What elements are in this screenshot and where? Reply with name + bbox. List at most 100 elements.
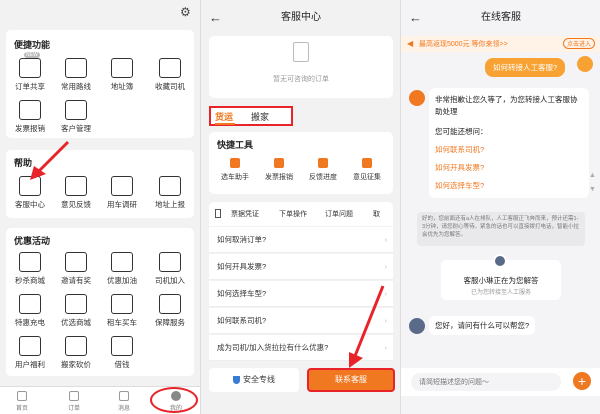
suggest-link[interactable]: 如何开具发票?: [435, 162, 484, 173]
agent-card: 客服小琳正在为您解答 已为您转接至人工服务: [441, 254, 561, 300]
grid-item-label: 特惠充电: [15, 318, 45, 327]
bot-message-text: 非常抱歉让您久等了，为您转接人工客服协助处理: [435, 95, 578, 116]
customer-icon: [65, 100, 87, 120]
tab-orders[interactable]: 订单: [56, 391, 92, 412]
profile-panel: ⚙ 便捷功能 帮助 优惠活动 NEW 订单共享 常用路线 地址簿 收藏司机 发票报…: [0, 0, 200, 414]
question-tabs: 票据凭证 下单操作 订单问题 取: [209, 202, 393, 226]
back-arrow-icon[interactable]: ←: [209, 0, 222, 36]
survey-icon: [111, 176, 133, 196]
thumbs-up-icon[interactable]: ▲: [589, 172, 596, 179]
customer-service-panel: 客服中心 ← 暂无可咨询的订单 货运 搬家 快捷工具 选车助手 发票报销 反馈进…: [200, 0, 400, 414]
promo-text: 最高返现5000元 等你来领>>: [419, 41, 508, 48]
grid-item-label: 地址上报: [155, 200, 185, 209]
quick-item-label: 意见征集: [353, 174, 381, 181]
grid-item-label: 意见反馈: [61, 200, 91, 209]
orders-icon: [69, 391, 79, 401]
question-row[interactable]: 如何开具发票? ›: [209, 254, 393, 280]
shield-icon: [159, 294, 181, 314]
quick-feedback-progress[interactable]: 反馈进度: [301, 158, 345, 182]
queue-notice: 好的，您前面还有a人在排队，人工客服正飞奔而来，预计还需1-3分钟，请您耐心等待…: [417, 212, 585, 246]
question-text: 成为司机/加入货拉拉有什么优惠?: [217, 343, 329, 352]
chat-input[interactable]: [411, 373, 561, 391]
grid-item-welfare[interactable]: 用户福利: [10, 336, 50, 370]
tab-freight[interactable]: 货运: [215, 110, 233, 123]
suggest-link[interactable]: 如何联系司机?: [435, 144, 484, 155]
grid-item-address-book[interactable]: 地址簿: [102, 58, 142, 92]
add-plus-icon[interactable]: +: [573, 372, 591, 390]
invoice-icon: [274, 158, 284, 168]
section-title: 优惠活动: [14, 236, 51, 246]
grid-item-flash-shop[interactable]: 秒杀商城: [10, 252, 50, 286]
grid-item-routes[interactable]: 常用路线: [56, 58, 96, 92]
invoice-icon: [19, 100, 41, 120]
safety-label: 安全专线: [243, 375, 275, 384]
driver-join-icon: [159, 252, 181, 272]
red-arrow-annotation: [30, 140, 70, 180]
question-row[interactable]: 如何取消订单? ›: [209, 227, 393, 253]
grid-item-share-order[interactable]: NEW 订单共享: [10, 52, 50, 92]
address-report-icon: [159, 176, 181, 196]
new-badge: NEW: [24, 52, 40, 58]
megaphone-icon: ◀: [407, 39, 414, 48]
biz-tabs: 货运 搬家: [209, 106, 293, 126]
settings-gear-icon[interactable]: ⚙: [180, 5, 191, 19]
grid-item-invoice[interactable]: 发票报销: [10, 100, 50, 134]
grid-item-charge[interactable]: 特惠充电: [10, 294, 50, 328]
promo-enter-button[interactable]: 点击进入: [562, 38, 595, 49]
tab-order-issues[interactable]: 订单问题: [325, 209, 353, 219]
page-title: 在线客服: [481, 12, 521, 23]
grid-item-survey[interactable]: 用车调研: [102, 176, 142, 210]
opinion-icon: [362, 158, 372, 168]
gift-icon: [65, 252, 87, 272]
grid-item-label: 司机加入: [155, 276, 185, 285]
message-icon: [119, 391, 129, 401]
grid-item-fuel[interactable]: 优惠加油: [102, 252, 142, 286]
tab-underline: [215, 123, 235, 125]
safety-hotline-button[interactable]: 安全专线: [209, 368, 299, 392]
grid-item-address-report[interactable]: 地址上报: [150, 176, 190, 210]
question-text: 如何开具发票?: [217, 262, 267, 271]
agent-subtitle: 已为您转接至人工服务: [470, 290, 531, 296]
back-arrow-icon[interactable]: ←: [409, 0, 422, 36]
tab-label: 消息: [117, 406, 130, 412]
fuel-icon: [111, 252, 133, 272]
grid-item-customer-mgmt[interactable]: 客户管理: [56, 100, 96, 134]
grid-item-car-rental[interactable]: 租车买车: [102, 294, 142, 328]
shop-icon: [19, 252, 41, 272]
car-icon: [111, 294, 133, 314]
tab-ordering[interactable]: 下单操作: [279, 209, 307, 219]
agent-avatar: [493, 254, 507, 268]
grid-item-driver-join[interactable]: 司机加入: [150, 252, 190, 286]
bot-avatar: [409, 90, 425, 106]
tab-receipts[interactable]: 票据凭证: [231, 209, 259, 219]
quick-car-helper[interactable]: 选车助手: [213, 158, 257, 182]
empty-orders-card: 暂无可咨询的订单: [209, 36, 393, 98]
suggest-link[interactable]: 如何选择车型?: [435, 180, 484, 191]
charge-icon: [19, 294, 41, 314]
quick-item-label: 选车助手: [221, 174, 249, 181]
grid-item-label: 搬家砍价: [61, 360, 91, 369]
bot-message-card: 非常抱歉让您久等了，为您转接人工客服协助处理 您可能还想问： 如何联系司机? 如…: [429, 88, 589, 198]
tab-label: 订单: [67, 406, 80, 412]
promo-banner[interactable]: ◀ 最高返现5000元 等你来领>> 点击进入: [401, 36, 600, 52]
tab-messages[interactable]: 消息: [106, 391, 142, 412]
tab-more[interactable]: 取: [373, 209, 380, 219]
grid-item-favorite-driver[interactable]: 收藏司机: [150, 58, 190, 92]
quick-invoice[interactable]: 发票报销: [257, 158, 301, 182]
grid-item-label: 邀请有奖: [61, 276, 91, 285]
grid-item-loan[interactable]: 借钱: [102, 336, 142, 370]
grid-item-invite[interactable]: 邀请有奖: [56, 252, 96, 286]
grid-item-label: 秒杀商城: [15, 276, 45, 285]
quick-tools-title: 快捷工具: [217, 140, 254, 150]
quick-item-label: 发票报销: [265, 174, 293, 181]
grid-item-move-bargain[interactable]: 搬家砍价: [56, 336, 96, 370]
grid-item-label: 借钱: [114, 360, 130, 369]
grid-item-protection[interactable]: 保障服务: [150, 294, 190, 328]
tab-home[interactable]: 首页: [4, 391, 40, 412]
thumbs-down-icon[interactable]: ▼: [589, 186, 596, 193]
tab-moving[interactable]: 搬家: [251, 110, 269, 123]
grid-item-mall[interactable]: 优选商城: [56, 294, 96, 328]
grid-item-label: 常用路线: [61, 82, 91, 91]
quick-opinion[interactable]: 意见征集: [345, 158, 389, 182]
question-text: 如何取消订单?: [217, 235, 267, 244]
